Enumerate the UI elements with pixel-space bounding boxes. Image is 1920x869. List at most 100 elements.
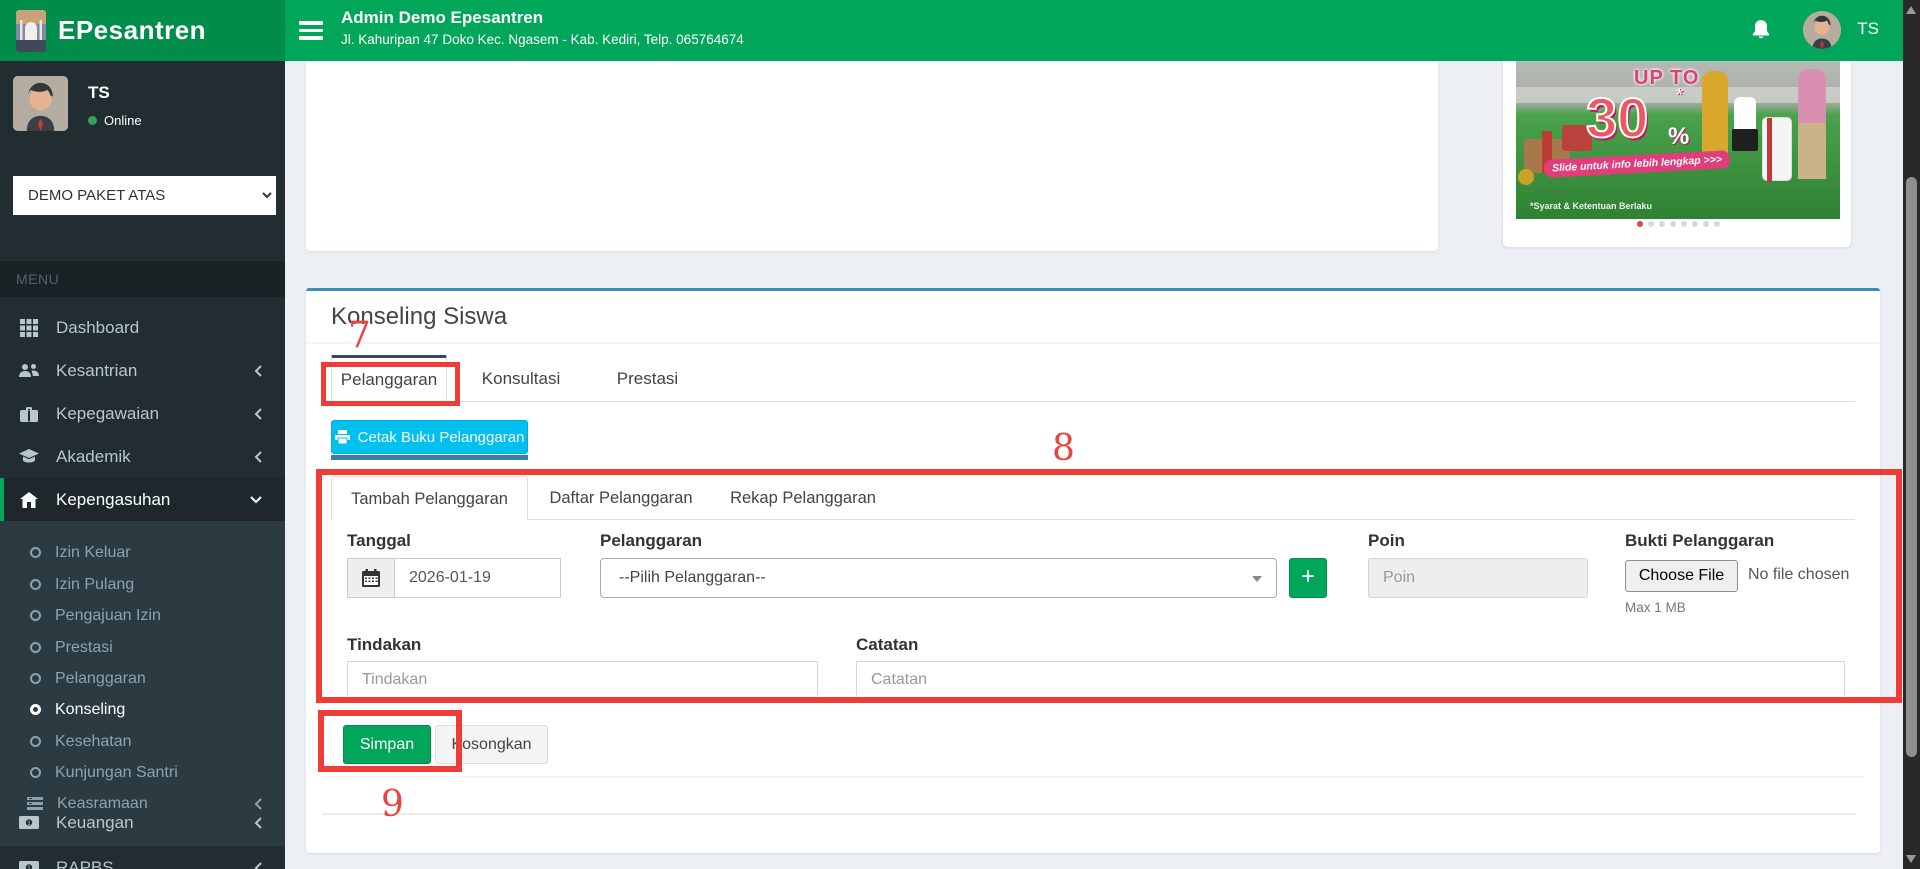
submenu-item-pengajuan-izin[interactable]: Pengajuan Izin [0, 600, 285, 631]
top-navbar: Admin Demo Epesantren Jl. Kahuripan 47 D… [285, 0, 1903, 61]
circle-icon [30, 547, 41, 558]
subtab-tambah-pelanggaran[interactable]: Tambah Pelanggaran [331, 476, 528, 520]
sidebar-item-kepegawaian[interactable]: Kepegawaian [0, 392, 285, 435]
promo-asterisk: * [1676, 85, 1684, 105]
submenu-item-konseling[interactable]: Konseling [0, 694, 285, 725]
sidebar-user-name: TS [88, 83, 110, 102]
caret-down-icon [1252, 576, 1262, 582]
scroll-up-arrow-icon[interactable] [1906, 6, 1916, 14]
scroll-down-arrow-icon[interactable] [1906, 855, 1916, 863]
promo-carousel-card[interactable]: UP TO 30 % * Slide untuk info lebih leng… [1502, 61, 1852, 248]
users-icon [18, 363, 40, 379]
carousel-dot[interactable] [1658, 221, 1665, 227]
person-figure [1702, 71, 1728, 161]
carousel-dot[interactable] [1647, 221, 1654, 227]
tindakan-label: Tindakan [347, 635, 422, 654]
tanggal-input[interactable] [395, 558, 561, 598]
file-size-hint: Max 1 MB [1625, 600, 1686, 615]
clear-button[interactable]: Kosongkan [435, 725, 548, 764]
sidebar-item-kesantrian[interactable]: Kesantrian [0, 349, 285, 392]
scrollbar-thumb[interactable] [1906, 177, 1917, 757]
menu-section-header: MENU [0, 261, 285, 297]
tab-pelanggaran[interactable]: Pelanggaran [331, 355, 447, 402]
tab-konsultasi[interactable]: Konsultasi [462, 355, 580, 402]
catatan-input[interactable] [856, 661, 1845, 699]
catatan-label: Catatan [856, 635, 919, 654]
page-scrollbar[interactable] [1903, 0, 1920, 869]
subtab-daftar-pelanggaran[interactable]: Daftar Pelanggaran [544, 476, 698, 520]
grid-icon [18, 318, 40, 337]
circle-icon [30, 610, 41, 621]
tab-prestasi[interactable]: Prestasi [595, 355, 700, 402]
sidebar-item-rapbs[interactable]: 1 RAPBS [0, 846, 285, 869]
kepengasuhan-submenu: Izin Keluar Izin Pulang Pengajuan Izin P… [0, 521, 285, 846]
notifications-bell-icon[interactable] [1749, 18, 1773, 42]
user-avatar[interactable] [1803, 11, 1841, 49]
submenu-item-prestasi[interactable]: Prestasi [0, 632, 285, 663]
app-root: { "brand": { "name": "EPesantren" }, "na… [0, 0, 1920, 869]
carousel-dot[interactable] [1669, 221, 1676, 227]
user-initials[interactable]: TS [1857, 19, 1879, 39]
subtabs-bottom-border [331, 519, 1855, 520]
carousel-dot[interactable] [1680, 221, 1687, 227]
mosque-logo-icon [16, 9, 46, 52]
chevron-left-icon [253, 364, 263, 378]
sidebar-user-status: Online [88, 113, 142, 128]
suitcase [1762, 117, 1792, 182]
sidebar-user-avatar [13, 76, 68, 131]
sidebar-item-kepengasuhan[interactable]: Kepengasuhan [0, 478, 285, 521]
save-button[interactable]: Simpan [343, 725, 431, 764]
print-book-button[interactable]: Cetak Buku Pelanggaran [331, 420, 528, 454]
money-icon: 1 [18, 861, 40, 869]
poin-input [1368, 558, 1588, 598]
sidebar-item-dashboard[interactable]: Dashboard [0, 306, 285, 349]
footer-divider [322, 813, 1856, 815]
submenu-item-kesehatan[interactable]: Kesehatan [0, 726, 285, 757]
carousel-dot[interactable] [1636, 221, 1643, 227]
sidebar-item-akademik[interactable]: Akademik [0, 435, 285, 478]
footer-divider [322, 776, 1864, 778]
promo-discount-value: 30 [1585, 85, 1649, 150]
add-pelanggaran-button[interactable]: + [1289, 558, 1327, 598]
carousel-dots[interactable] [1503, 221, 1853, 227]
sidebar-item-keuangan[interactable]: 1 Keuangan [0, 801, 285, 844]
choose-file-button[interactable]: Choose File [1625, 560, 1738, 592]
package-select[interactable]: DEMO PAKET ATAS [13, 176, 276, 215]
circle-icon [30, 736, 41, 747]
school-address: Jl. Kahuripan 47 Doko Kec. Ngasem - Kab.… [341, 32, 744, 47]
circle-icon [30, 642, 41, 653]
circle-icon [30, 704, 41, 715]
top-content-card [306, 61, 1438, 251]
carousel-dot[interactable] [1691, 221, 1698, 227]
tanggal-label: Tanggal [347, 531, 411, 550]
promo-banner-image[interactable]: UP TO 30 % * Slide untuk info lebih leng… [1516, 61, 1840, 219]
subtab-rekap-pelanggaran[interactable]: Rekap Pelanggaran [729, 476, 877, 520]
submenu-item-kunjungan-santri[interactable]: Kunjungan Santri [0, 757, 285, 788]
chevron-left-icon [253, 816, 263, 830]
file-status-text: No file chosen [1748, 566, 1850, 583]
submenu-item-izin-pulang[interactable]: Izin Pulang [0, 569, 285, 600]
tindakan-input[interactable] [347, 661, 818, 699]
pelanggaran-label: Pelanggaran [600, 531, 703, 550]
calendar-icon [347, 558, 395, 598]
online-status-dot [88, 116, 97, 125]
promo-terms-text: *Syarat & Ketentuan Berlaku [1530, 201, 1653, 211]
tabs-bottom-border [331, 401, 1855, 402]
carousel-dot[interactable] [1713, 221, 1720, 227]
chevron-left-icon [253, 450, 263, 464]
submenu-item-izin-keluar[interactable]: Izin Keluar [0, 537, 285, 568]
brand-name: EPesantren [58, 15, 207, 45]
circle-icon [30, 579, 41, 590]
circle-icon [30, 673, 41, 684]
pelanggaran-select[interactable]: --Pilih Pelanggaran-- [600, 558, 1277, 598]
child-figure [1732, 97, 1758, 151]
sidebar-toggle-icon[interactable] [299, 21, 323, 40]
print-button-underline [331, 455, 528, 460]
home-icon [18, 491, 40, 508]
submenu-item-pelanggaran[interactable]: Pelanggaran [0, 663, 285, 694]
chevron-left-icon [253, 861, 263, 869]
person-figure [1798, 123, 1826, 179]
promo-slide-note: Slide untuk info lebih lengkap >>> [1543, 150, 1731, 178]
graduation-cap-icon [18, 449, 40, 464]
carousel-dot[interactable] [1702, 221, 1709, 227]
